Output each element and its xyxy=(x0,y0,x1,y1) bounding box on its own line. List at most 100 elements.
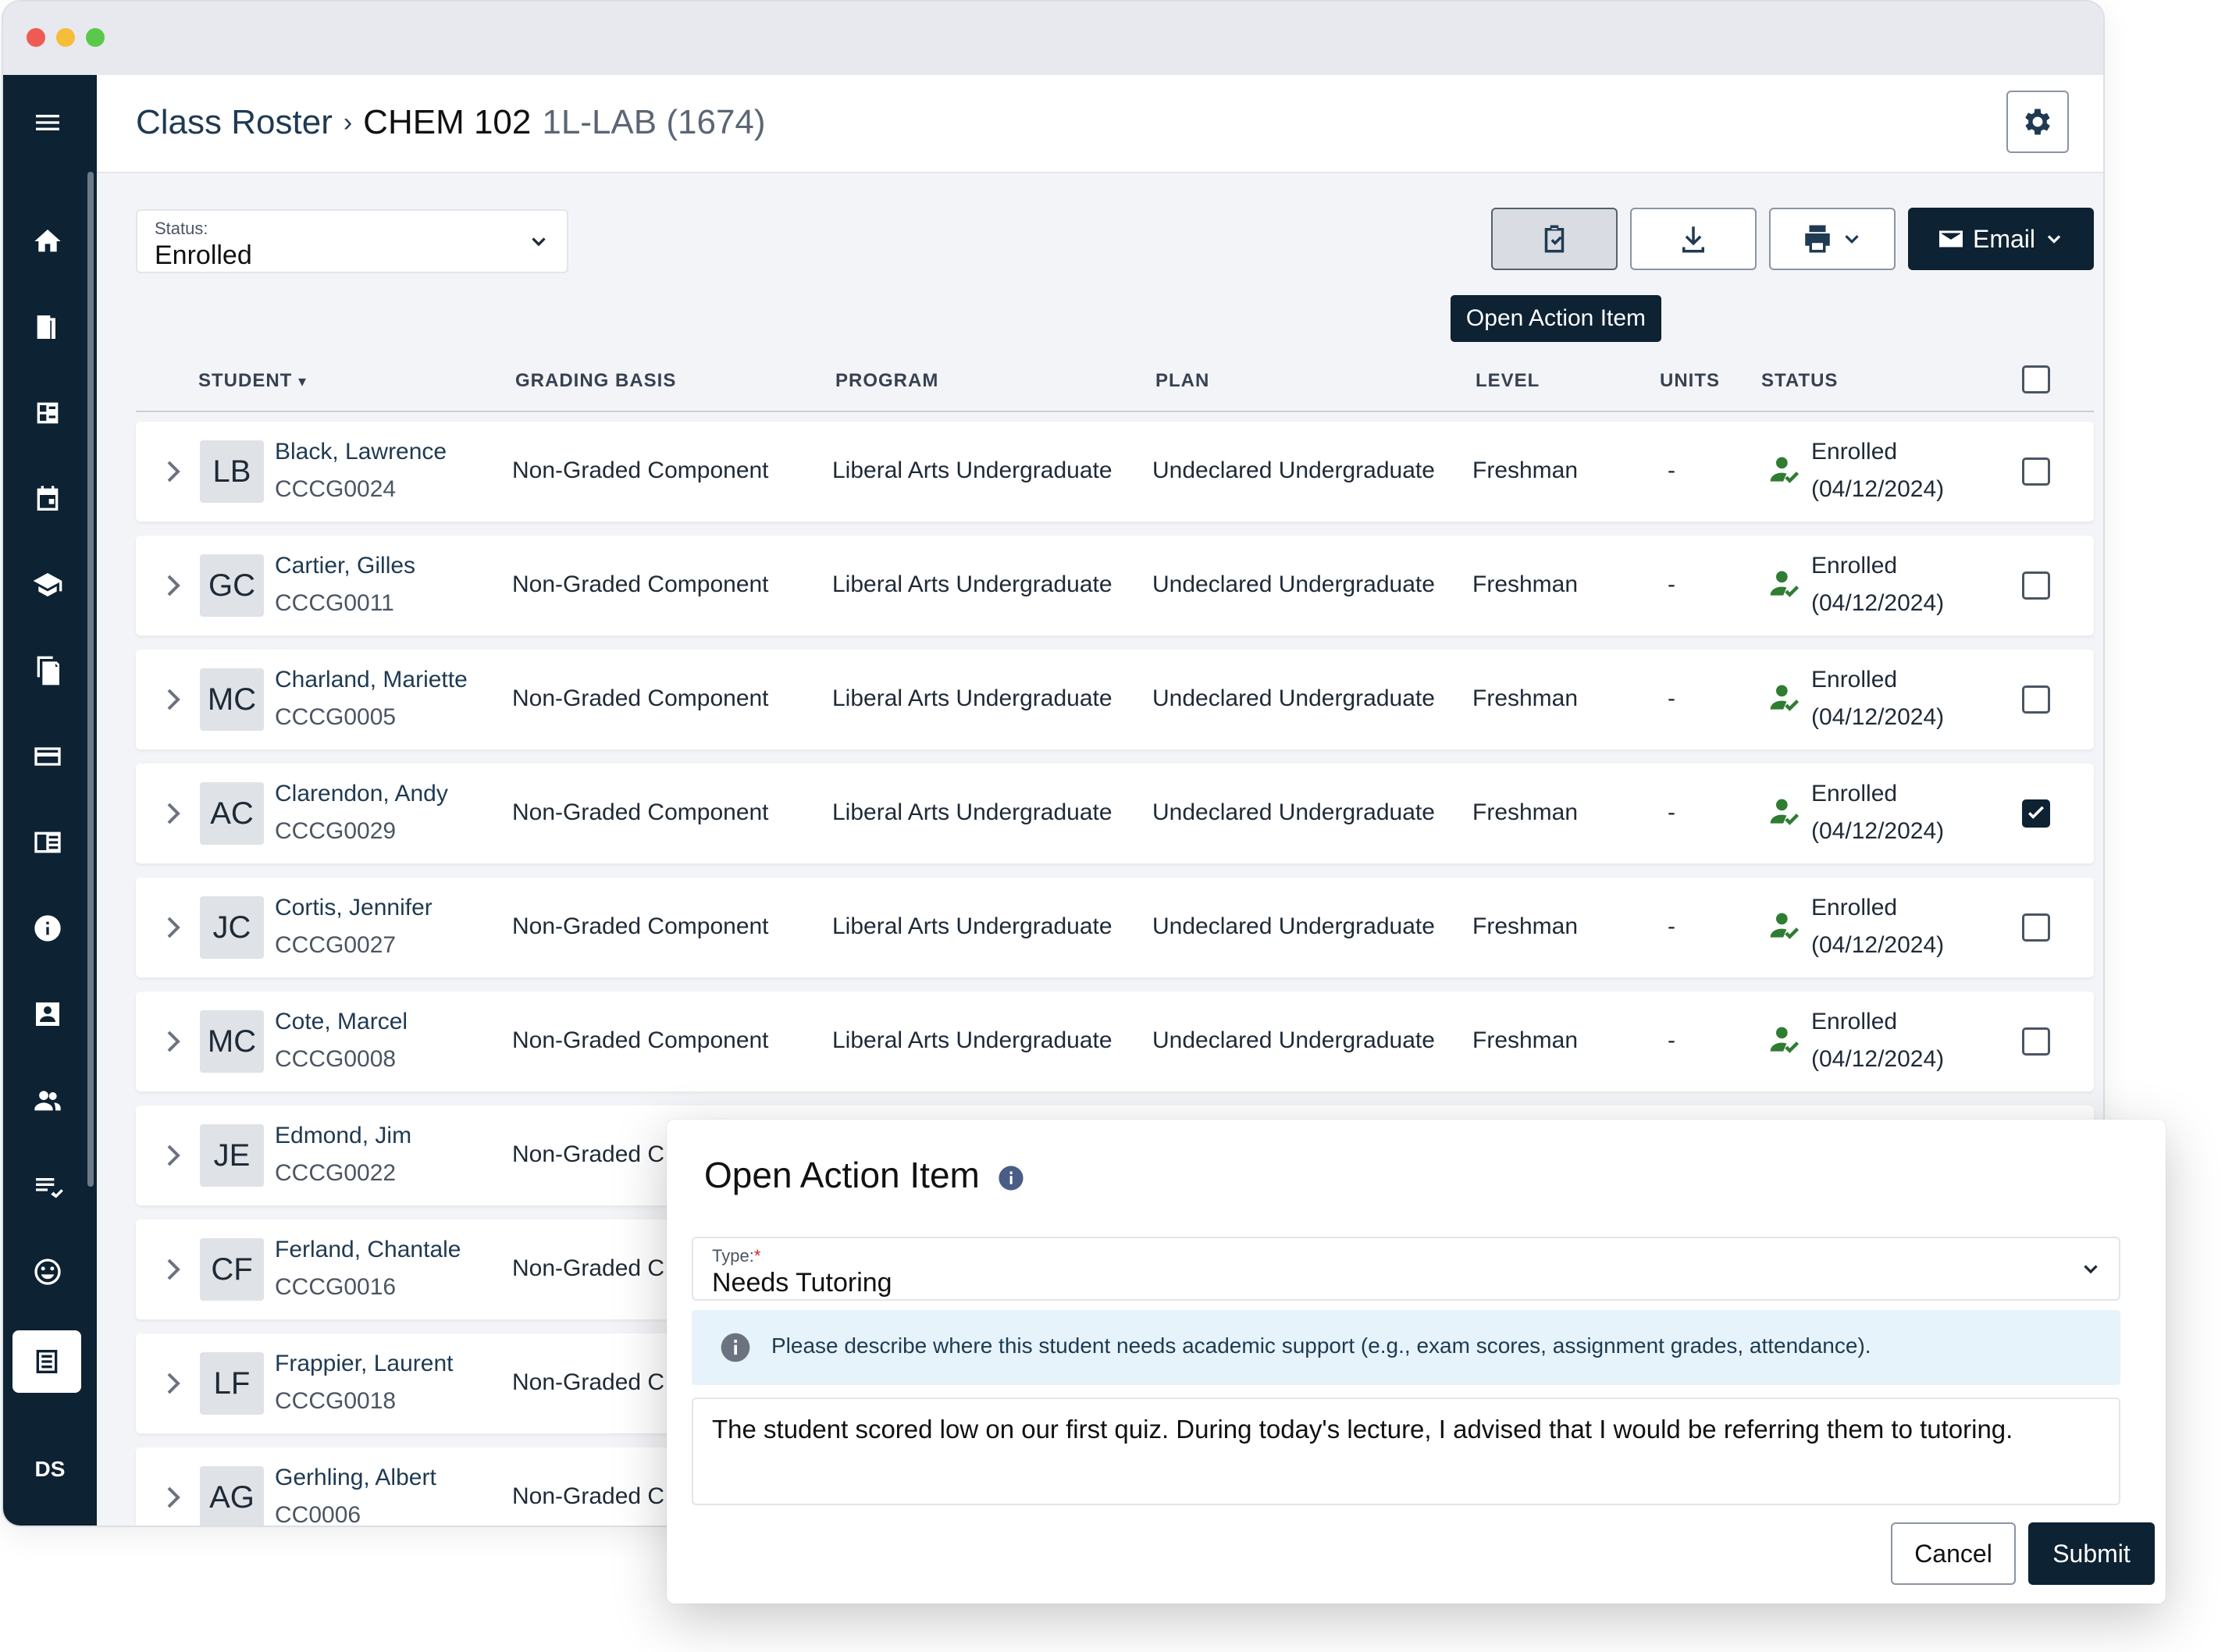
student-name[interactable]: Cartier, Gilles xyxy=(275,553,415,579)
open-action-item-button[interactable] xyxy=(1491,208,1618,270)
cancel-button[interactable]: Cancel xyxy=(1891,1522,2016,1585)
level-cell: Freshman xyxy=(1472,458,1579,483)
table-row[interactable]: JC Cortis, Jennifer CCCG0027 Non-Graded Com… xyxy=(136,878,2094,977)
settings-button[interactable] xyxy=(2006,91,2069,153)
row-select-checkbox[interactable] xyxy=(2022,913,2050,942)
student-name[interactable]: Gerhling, Albert xyxy=(275,1465,436,1491)
catalog-icon[interactable] xyxy=(27,821,69,863)
row-select-checkbox[interactable] xyxy=(2022,571,2050,600)
grading-basis-cell: Non-Graded C xyxy=(512,1483,665,1509)
contact-card-icon[interactable] xyxy=(27,993,69,1035)
student-name[interactable]: Edmond, Jim xyxy=(275,1123,411,1149)
clipboard-check-icon xyxy=(1544,225,1565,253)
sidebar: DS xyxy=(3,75,97,1526)
table-row[interactable]: MC Cote, Marcel CCCG0008 Non-Graded Compone… xyxy=(136,992,2094,1091)
maximize-window-button[interactable] xyxy=(86,28,105,47)
column-header-plan: PLAN xyxy=(1155,370,1210,391)
roster-list-icon[interactable] xyxy=(12,1330,81,1393)
chevron-down-icon xyxy=(532,237,546,247)
dashboard-icon[interactable] xyxy=(27,392,69,434)
student-name[interactable]: Cote, Marcel xyxy=(275,1009,408,1035)
menu-icon[interactable] xyxy=(27,101,69,144)
help-notice: Please describe where this student needs… xyxy=(692,1310,2120,1385)
units-cell: - xyxy=(1668,571,1675,597)
grading-basis-cell: Non-Graded Component xyxy=(512,458,769,483)
chevron-right-icon[interactable] xyxy=(155,1251,192,1288)
info-icon[interactable] xyxy=(27,907,69,949)
minimize-window-button[interactable] xyxy=(56,28,75,47)
status-text: Enrolled xyxy=(1811,895,1898,920)
student-name[interactable]: Charland, Mariette xyxy=(275,667,468,693)
smiley-icon[interactable] xyxy=(27,1251,69,1293)
building-icon[interactable] xyxy=(27,306,69,348)
print-menu-button[interactable] xyxy=(1769,208,1896,270)
student-name[interactable]: Black, Lawrence xyxy=(275,439,447,465)
program-cell: Liberal Arts Undergraduate xyxy=(832,571,1112,597)
user-avatar[interactable]: DS xyxy=(3,1457,97,1482)
select-all-checkbox[interactable] xyxy=(2022,365,2050,393)
chevron-right-icon[interactable] xyxy=(155,1365,192,1402)
row-select-checkbox[interactable] xyxy=(2022,458,2050,486)
column-header-student[interactable]: STUDENT ▾ xyxy=(198,370,307,392)
enrolled-person-check-icon xyxy=(1770,913,1800,939)
type-select[interactable]: Type:* Needs Tutoring xyxy=(692,1237,2120,1301)
chevron-right-icon[interactable] xyxy=(155,681,192,718)
student-name[interactable]: Clarendon, Andy xyxy=(275,781,448,807)
download-button[interactable] xyxy=(1630,208,1757,270)
status-text: Enrolled xyxy=(1811,1009,1898,1034)
student-id: CCCG0005 xyxy=(275,704,397,730)
units-cell: - xyxy=(1668,799,1675,825)
student-avatar: AG xyxy=(200,1466,264,1526)
table-row[interactable]: AC Clarendon, Andy CCCG0029 Non-Graded Comp… xyxy=(136,764,2094,863)
row-select-checkbox[interactable] xyxy=(2022,685,2050,714)
student-id: CCCG0018 xyxy=(275,1388,397,1414)
chevron-right-icon[interactable] xyxy=(155,1137,192,1174)
row-select-checkbox[interactable] xyxy=(2022,799,2050,828)
table-row[interactable]: GC Cartier, Gilles CCCG0011 Non-Graded Comp… xyxy=(136,536,2094,636)
dialog-title: Open Action Item xyxy=(704,1155,980,1195)
student-name[interactable]: Ferland, Chantale xyxy=(275,1237,461,1263)
chevron-right-icon[interactable] xyxy=(155,1023,192,1060)
student-id: CCCG0022 xyxy=(275,1160,397,1186)
student-id: CCCG0016 xyxy=(275,1274,397,1300)
chevron-right-icon[interactable] xyxy=(155,1479,192,1516)
email-menu-button[interactable]: Email xyxy=(1908,208,2094,270)
grading-basis-cell: Non-Graded Component xyxy=(512,571,769,597)
info-icon[interactable] xyxy=(998,1165,1024,1191)
table-row[interactable]: MC Charland, Mariette CCCG0005 Non-Graded C… xyxy=(136,650,2094,749)
student-avatar: JC xyxy=(200,896,264,959)
table-row[interactable]: LB Black, Lawrence CCCG0024 Non-Graded Comp… xyxy=(136,422,2094,522)
submit-button[interactable]: Submit xyxy=(2028,1522,2155,1585)
close-window-button[interactable] xyxy=(27,28,45,47)
chevron-right-icon[interactable] xyxy=(155,453,192,490)
student-id: CCCG0027 xyxy=(275,932,397,958)
calendar-icon[interactable] xyxy=(27,478,69,520)
people-icon[interactable] xyxy=(27,1079,69,1121)
row-select-checkbox[interactable] xyxy=(2022,1027,2050,1056)
plan-cell: Undeclared Undergraduate xyxy=(1152,571,1435,597)
grading-basis-cell: Non-Graded Component xyxy=(512,913,769,939)
home-icon[interactable] xyxy=(27,220,69,262)
level-cell: Freshman xyxy=(1472,685,1579,711)
email-button-label: Email xyxy=(1972,224,2035,253)
chevron-right-icon[interactable] xyxy=(155,795,192,832)
column-header-units: UNITS xyxy=(1660,370,1720,391)
chevron-right-icon[interactable] xyxy=(155,909,192,946)
type-label: Type:* xyxy=(712,1246,761,1266)
column-header-status: STATUS xyxy=(1761,370,1839,391)
chevron-right-icon[interactable] xyxy=(155,567,192,604)
status-filter-select[interactable]: Status: Enrolled xyxy=(136,209,568,273)
checklist-icon[interactable] xyxy=(27,1165,69,1207)
sidebar-scrollbar[interactable] xyxy=(87,172,94,1187)
documents-icon[interactable] xyxy=(27,650,69,692)
student-id: CCCG0008 xyxy=(275,1046,397,1072)
breadcrumb-class-roster[interactable]: Class Roster xyxy=(136,103,333,142)
comment-textarea[interactable]: The student scored low on our first quiz… xyxy=(692,1397,2120,1505)
credit-card-icon[interactable] xyxy=(27,735,69,778)
student-name[interactable]: Cortis, Jennifer xyxy=(275,895,433,921)
student-name[interactable]: Frappier, Laurent xyxy=(275,1351,453,1377)
plan-cell: Undeclared Undergraduate xyxy=(1152,799,1435,825)
school-icon[interactable] xyxy=(27,564,69,606)
status-text: Enrolled xyxy=(1811,439,1898,465)
type-value: Needs Tutoring xyxy=(712,1268,892,1298)
